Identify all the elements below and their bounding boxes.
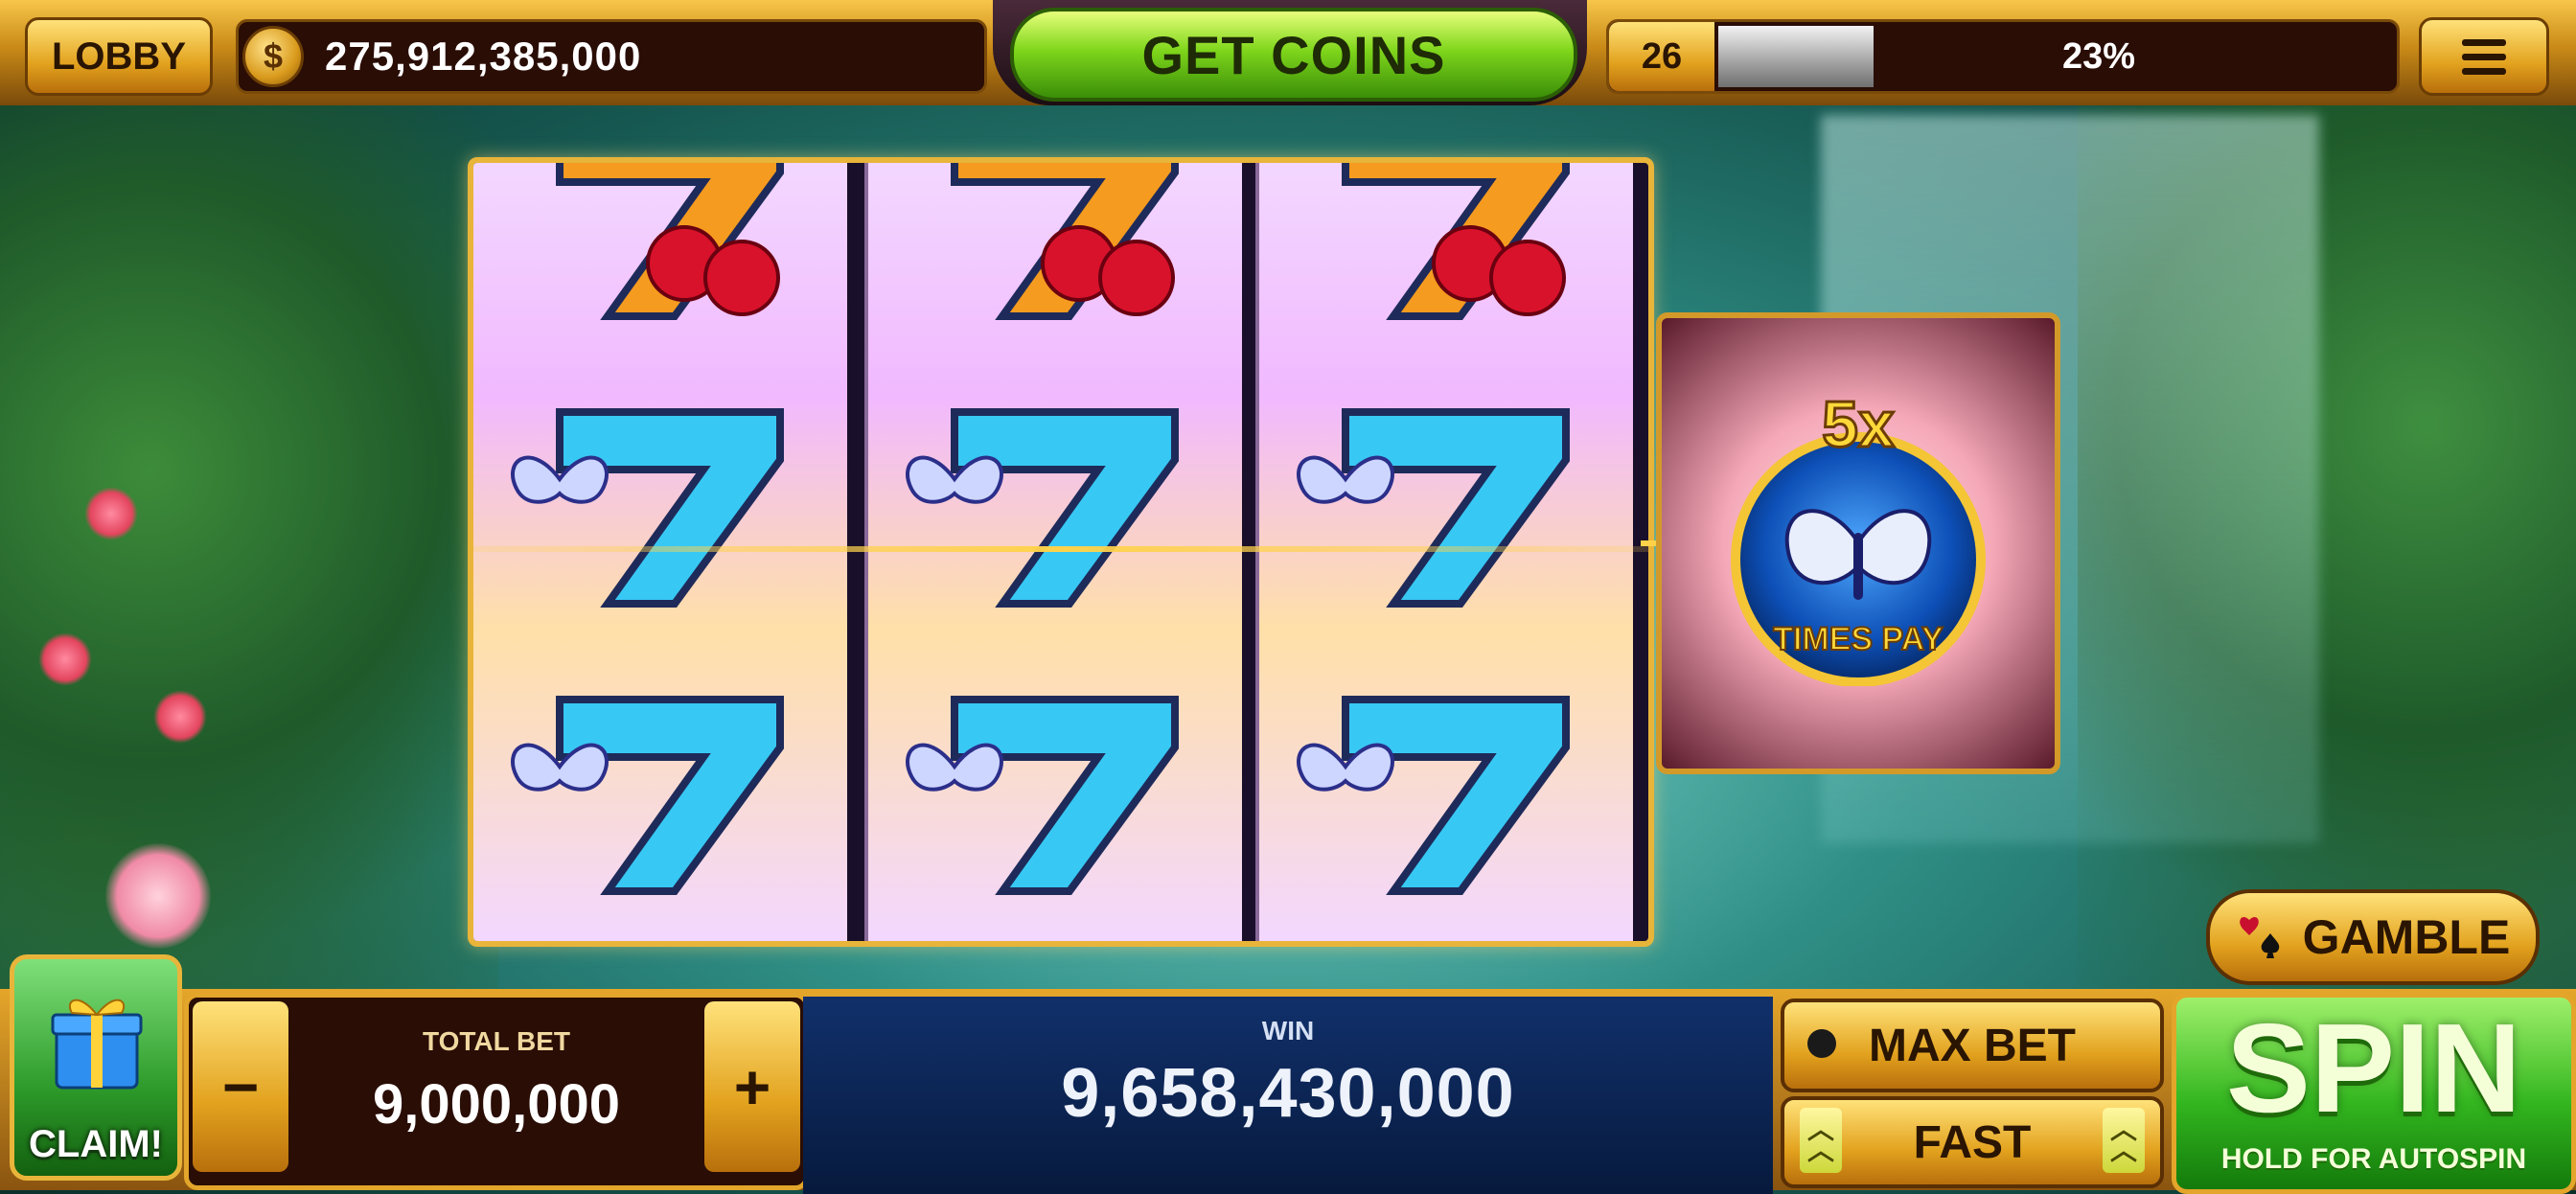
- top-bar: LOBBY $ 275,912,385,000 26 23% GET COINS: [0, 0, 2576, 105]
- get-coins-frame: GET COINS: [993, 0, 1587, 105]
- cherry-icon: [1489, 240, 1566, 316]
- spin-label: SPIN: [2225, 998, 2522, 1138]
- red-flower: [38, 632, 92, 686]
- reel-symbol: [1278, 383, 1614, 623]
- reel-1: [473, 163, 847, 941]
- total-bet-panel: − TOTAL BET 9,000,000 +: [184, 993, 809, 1190]
- win-value: 9,658,430,000: [1061, 1055, 1515, 1132]
- jungle-foliage-left: [0, 105, 498, 1018]
- pink-flower: [105, 843, 211, 949]
- lobby-button[interactable]: LOBBY: [25, 17, 213, 96]
- red-flower: [84, 487, 138, 540]
- times-pay-medal: 5x TIMES PAY: [1731, 399, 1986, 686]
- total-bet-value: 9,000,000: [372, 1073, 621, 1136]
- indicator-dot-icon: [1807, 1029, 1836, 1058]
- max-bet-button[interactable]: MAX BET: [1781, 999, 2164, 1092]
- autospin-hint: HOLD FOR AUTOSPIN: [2220, 1143, 2527, 1175]
- increase-bet-button[interactable]: +: [704, 1001, 800, 1172]
- reel-symbol: [887, 163, 1223, 335]
- fast-spin-toggle[interactable]: ︿ ︿ FAST ︿ ︿: [1781, 1096, 2164, 1188]
- win-label: WIN: [1261, 1016, 1315, 1045]
- bonus-reel: 5x TIMES PAY: [1656, 312, 2060, 774]
- cherry-icon: [703, 240, 780, 316]
- level-progress-percent: 23%: [2061, 35, 2136, 77]
- coin-balance-value: 275,912,385,000: [325, 34, 642, 79]
- cherry-icon: [1098, 240, 1175, 316]
- card-suits-icon: [2239, 917, 2279, 958]
- reel-symbol: [887, 383, 1223, 623]
- coin-balance: $ 275,912,385,000: [236, 19, 987, 94]
- win-panel: WIN 9,658,430,000: [803, 993, 1773, 1194]
- claim-button[interactable]: CLAIM!: [10, 954, 182, 1181]
- reel-3: [1255, 163, 1633, 941]
- claim-label: CLAIM!: [29, 1123, 163, 1165]
- reel-symbol: [493, 383, 828, 623]
- bonus-multiplier: 5x: [1822, 399, 1895, 461]
- reel-symbol: [1278, 163, 1614, 335]
- menu-button[interactable]: [2419, 17, 2549, 96]
- level-progress: 26 23%: [1606, 19, 2400, 94]
- level-number: 26: [1609, 22, 1714, 91]
- fast-label: FAST: [1913, 1116, 2032, 1168]
- spin-button[interactable]: SPIN HOLD FOR AUTOSPIN: [2172, 993, 2576, 1194]
- bonus-caption: TIMES PAY: [1773, 621, 1944, 657]
- hamburger-icon: [2462, 38, 2506, 75]
- reel-symbol: [493, 163, 828, 335]
- reel-2: [864, 163, 1242, 941]
- gamble-label: GAMBLE: [2302, 910, 2511, 964]
- get-coins-button[interactable]: GET COINS: [1010, 8, 1577, 102]
- max-bet-label: MAX BET: [1869, 1020, 2076, 1071]
- reel-window: [468, 157, 1654, 947]
- gamble-button[interactable]: GAMBLE: [2206, 889, 2540, 985]
- gift-box-icon: [51, 999, 143, 1090]
- coin-icon: $: [242, 26, 304, 87]
- chevron-up-icon: ︿ ︿: [1800, 1108, 1842, 1173]
- total-bet-label: TOTAL BET: [423, 1026, 570, 1056]
- decrease-bet-button[interactable]: −: [193, 1001, 288, 1172]
- red-flower: [153, 690, 207, 744]
- reel-symbol: [493, 671, 828, 910]
- chevron-up-icon: ︿ ︿: [2103, 1108, 2145, 1173]
- level-progress-bar: 23%: [1718, 26, 2393, 87]
- payline: [473, 546, 1648, 552]
- reel-symbol: [887, 671, 1223, 910]
- reel-symbol: [1278, 671, 1614, 910]
